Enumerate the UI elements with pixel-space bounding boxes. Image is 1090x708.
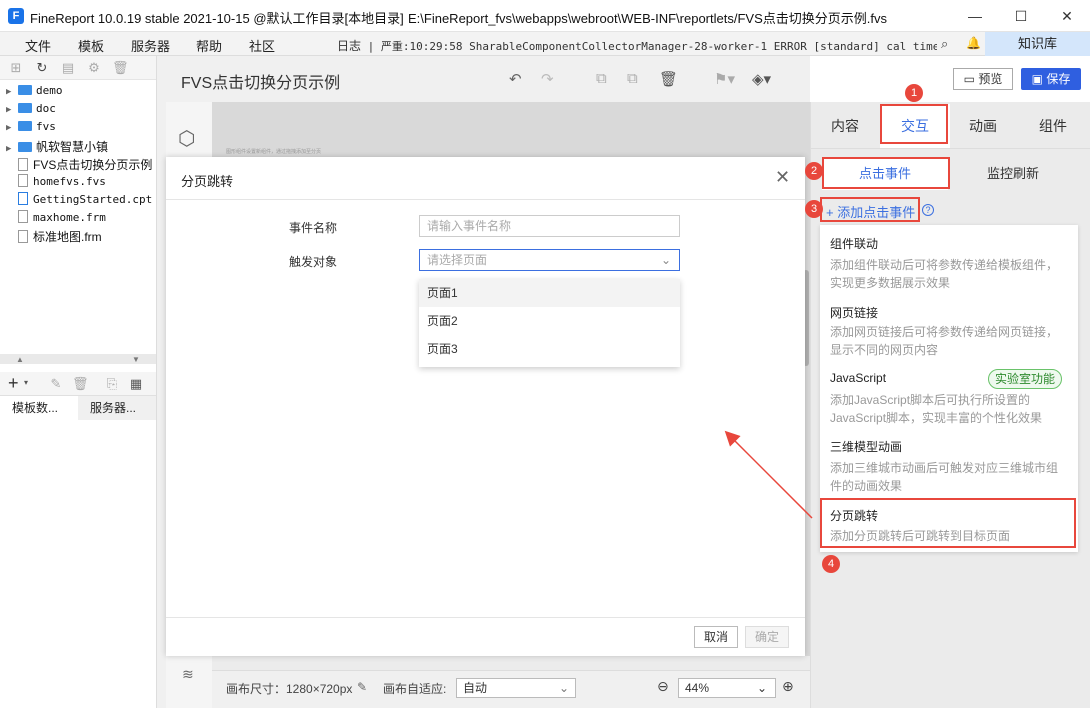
annotation-arrow [724, 430, 813, 519]
